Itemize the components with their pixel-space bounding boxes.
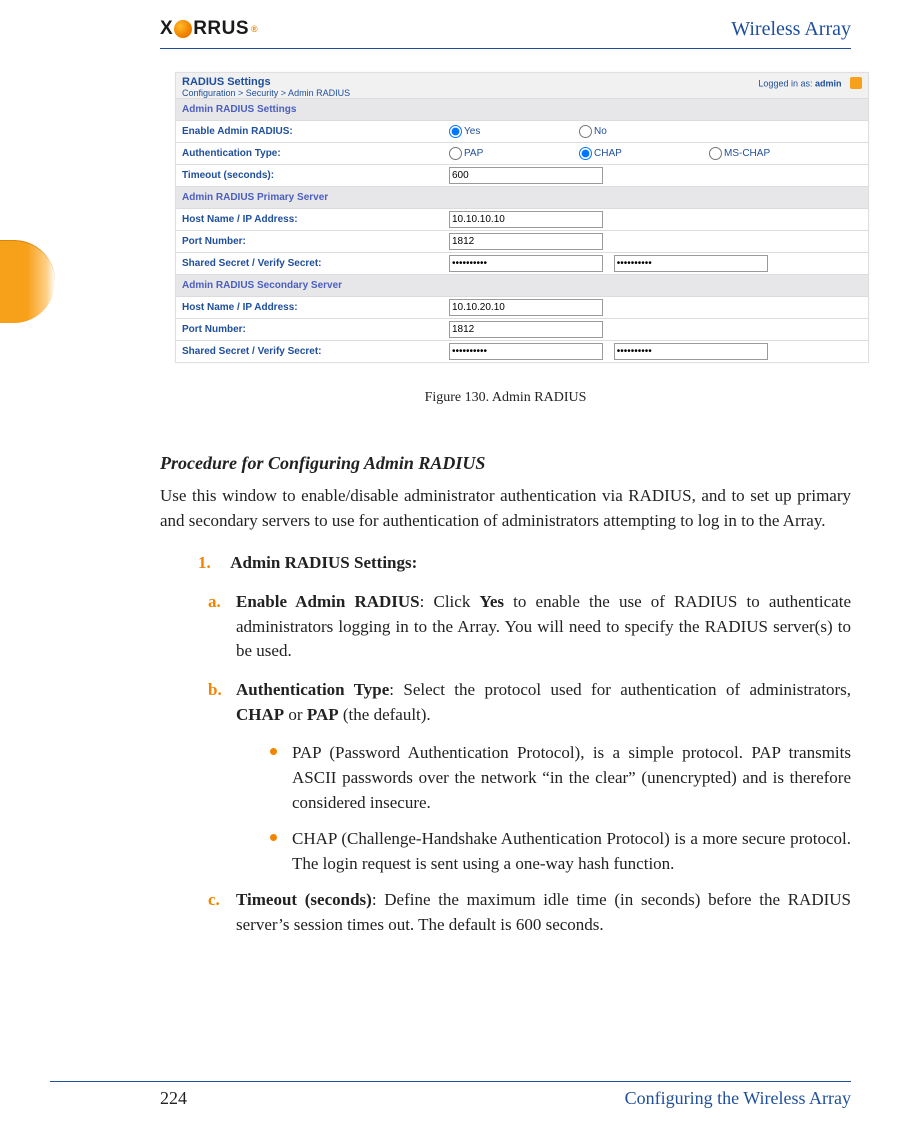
input-primary-verify[interactable] xyxy=(614,255,768,272)
input-secondary-secret[interactable] xyxy=(449,343,603,360)
substep-b-bold: Authentication Type xyxy=(236,680,389,699)
label-secondary-host: Host Name / IP Address: xyxy=(176,297,443,319)
radio-enable-no-label: No xyxy=(594,126,607,137)
body-text: Procedure for Configuring Admin RADIUS U… xyxy=(160,450,851,952)
logged-in-user: admin xyxy=(815,78,842,88)
substeps-2: c.Timeout (seconds): Define the maximum … xyxy=(236,888,851,937)
footer-section-title: Configuring the Wireless Array xyxy=(625,1088,851,1109)
radio-pap-label: PAP xyxy=(464,148,483,159)
radio-enable-no[interactable] xyxy=(579,125,592,138)
substep-c: c.Timeout (seconds): Define the maximum … xyxy=(236,888,851,937)
section-admin-settings: Admin RADIUS Settings xyxy=(176,99,868,121)
substep-c-letter: c. xyxy=(208,888,236,913)
side-tab-icon xyxy=(0,240,55,323)
input-timeout[interactable] xyxy=(449,167,603,184)
label-timeout: Timeout (seconds): xyxy=(176,165,443,187)
bullet-pap: PAP (Password Authentication Protocol), … xyxy=(270,741,851,815)
logged-in-indicator: Logged in as: admin xyxy=(758,78,862,90)
logo-orb-icon xyxy=(174,20,192,38)
section-primary-server: Admin RADIUS Primary Server xyxy=(176,187,868,209)
step-1: 1. Admin RADIUS Settings: xyxy=(198,551,851,576)
page-header: X RRUS ® Wireless Array xyxy=(160,14,851,49)
input-primary-host[interactable] xyxy=(449,211,603,228)
substep-b-letter: b. xyxy=(208,678,236,703)
substep-a-yes: Yes xyxy=(479,592,504,611)
substep-b-t2: (the default). xyxy=(339,705,431,724)
label-secondary-port: Port Number: xyxy=(176,319,443,341)
radio-enable-yes-label: Yes xyxy=(464,126,480,137)
label-auth-type: Authentication Type: xyxy=(176,143,443,165)
substep-b-pap: PAP xyxy=(307,705,339,724)
step-1-title: Admin RADIUS Settings: xyxy=(230,553,417,572)
radio-mschap[interactable] xyxy=(709,147,722,160)
registered-icon: ® xyxy=(251,24,258,34)
substep-a-t1: : Click xyxy=(420,592,480,611)
label-enable-admin-radius: Enable Admin RADIUS: xyxy=(176,121,443,143)
substep-a-letter: a. xyxy=(208,590,236,615)
figure-caption: Figure 130. Admin RADIUS xyxy=(160,390,851,406)
step-1-number: 1. xyxy=(198,551,226,576)
input-secondary-host[interactable] xyxy=(449,299,603,316)
bullet-pap-text: PAP (Password Authentication Protocol), … xyxy=(292,743,851,811)
logo-text-right: RRUS xyxy=(193,18,249,40)
radio-mschap-label: MS-CHAP xyxy=(724,148,770,159)
admin-radius-screenshot: Logged in as: admin RADIUS Settings Conf… xyxy=(175,72,869,363)
bullet-chap-text: CHAP (Challenge-Handshake Authentication… xyxy=(292,829,851,873)
bullet-chap: CHAP (Challenge-Handshake Authentication… xyxy=(270,827,851,876)
radio-pap[interactable] xyxy=(449,147,462,160)
substep-b-chap: CHAP xyxy=(236,705,284,724)
screenshot-titlebar: Logged in as: admin RADIUS Settings Conf… xyxy=(176,73,868,98)
input-primary-secret[interactable] xyxy=(449,255,603,272)
input-primary-port[interactable] xyxy=(449,233,603,250)
radio-chap[interactable] xyxy=(579,147,592,160)
input-secondary-port[interactable] xyxy=(449,321,603,338)
logo-text-left: X xyxy=(160,18,173,40)
radio-chap-label: CHAP xyxy=(594,148,622,159)
page: X RRUS ® Wireless Array Logged in as: ad… xyxy=(0,0,901,1137)
substeps: a.Enable Admin RADIUS: Click Yes to enab… xyxy=(236,590,851,727)
substep-c-bold: Timeout (seconds) xyxy=(236,890,372,909)
document-title: Wireless Array xyxy=(731,18,851,41)
bullet-list: PAP (Password Authentication Protocol), … xyxy=(270,741,851,876)
substep-b-t1: : Select the protocol used for authentic… xyxy=(389,680,851,699)
label-primary-host: Host Name / IP Address: xyxy=(176,209,443,231)
radio-enable-yes[interactable] xyxy=(449,125,462,138)
logged-in-prefix: Logged in as: xyxy=(758,78,815,88)
settings-table: Admin RADIUS Settings Enable Admin RADIU… xyxy=(176,98,868,362)
page-number: 224 xyxy=(160,1088,187,1109)
intro-paragraph: Use this window to enable/disable admini… xyxy=(160,484,851,533)
label-secondary-secret: Shared Secret / Verify Secret: xyxy=(176,341,443,363)
bullet-icon xyxy=(270,748,277,755)
substep-a: a.Enable Admin RADIUS: Click Yes to enab… xyxy=(236,590,851,664)
input-secondary-verify[interactable] xyxy=(614,343,768,360)
substep-b-or: or xyxy=(284,705,307,724)
substep-a-bold: Enable Admin RADIUS xyxy=(236,592,420,611)
bullet-icon xyxy=(270,834,277,841)
brand-logo: X RRUS ® xyxy=(160,18,258,40)
gear-icon[interactable] xyxy=(850,77,862,89)
substep-b: b.Authentication Type: Select the protoc… xyxy=(236,678,851,727)
page-footer: 224 Configuring the Wireless Array xyxy=(50,1081,851,1109)
procedure-heading: Procedure for Configuring Admin RADIUS xyxy=(160,450,851,476)
label-primary-secret: Shared Secret / Verify Secret: xyxy=(176,253,443,275)
label-primary-port: Port Number: xyxy=(176,231,443,253)
section-secondary-server: Admin RADIUS Secondary Server xyxy=(176,275,868,297)
